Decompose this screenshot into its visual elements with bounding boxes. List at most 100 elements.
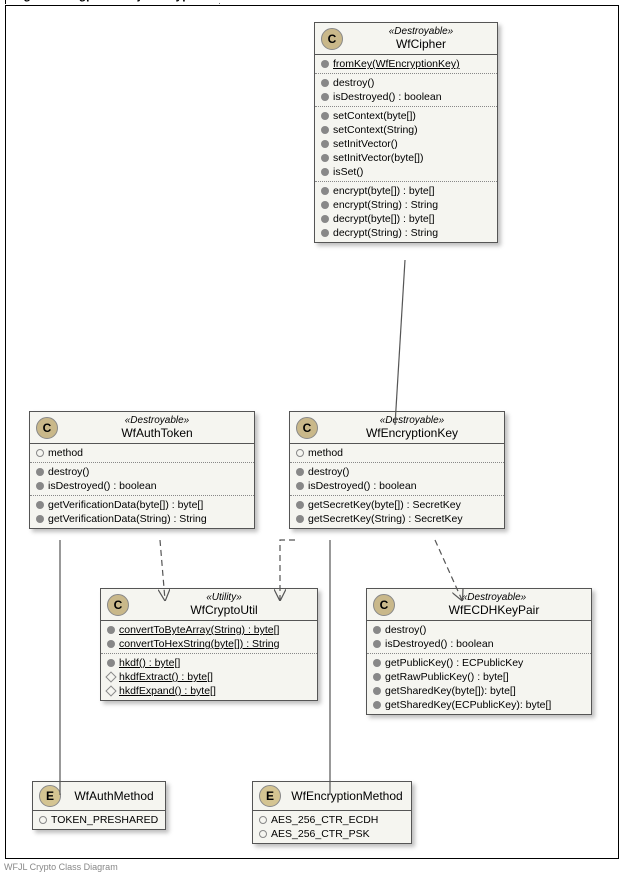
member: getVerificationData(byte[]) : byte[] (36, 498, 248, 512)
member: destroy() (36, 465, 248, 479)
visibility-icon (107, 659, 115, 667)
member-label: decrypt(byte[]) : byte[] (333, 213, 435, 225)
member: getRawPublicKey() : byte[] (373, 670, 585, 684)
member-section: destroy() isDestroyed() : boolean (30, 463, 254, 496)
member-label: destroy() (48, 466, 89, 478)
member: getVerificationData(String) : String (36, 512, 248, 526)
visibility-icon (321, 229, 329, 237)
visibility-icon (36, 515, 44, 523)
visibility-icon (373, 626, 381, 634)
member: destroy() (296, 465, 498, 479)
stereotype: «Destroyable» (351, 26, 491, 37)
member: destroy() (321, 76, 491, 90)
visibility-icon (373, 701, 381, 709)
stereotype: «Utility» (137, 592, 311, 603)
enum-wfauthmethod: E WfAuthMethod TOKEN_PRESHARED (32, 781, 166, 830)
member-section: method (30, 444, 254, 463)
visibility-icon (321, 112, 329, 120)
member-section: destroy() isDestroyed() : boolean (367, 621, 591, 654)
member-label: destroy() (308, 466, 349, 478)
member: destroy() (373, 623, 585, 637)
member: fromKey(WfEncryptionKey) (321, 57, 491, 71)
member-label: convertToHexString(byte[]) : String (119, 638, 279, 650)
visibility-icon (321, 215, 329, 223)
class-name: WfEncryptionKey (326, 426, 498, 440)
member: encrypt(byte[]) : byte[] (321, 184, 491, 198)
package-frame: org.whiteflagprotocol.java.crypto C «Des… (5, 5, 619, 859)
member-label: AES_256_CTR_ECDH (271, 814, 378, 826)
member-label: setInitVector() (333, 138, 398, 150)
member-label: hkdf() : byte[] (119, 657, 180, 669)
member-label: isSet() (333, 166, 363, 178)
member-label: getPublicKey() : ECPublicKey (385, 657, 523, 669)
member-label: getVerificationData(String) : String (48, 513, 207, 525)
visibility-icon (296, 482, 304, 490)
visibility-icon (321, 201, 329, 209)
member: method (296, 446, 498, 460)
member: setContext(byte[]) (321, 109, 491, 123)
member-label: destroy() (333, 77, 374, 89)
diagram-footer: WFJL Crypto Class Diagram (4, 862, 118, 872)
visibility-icon (321, 187, 329, 195)
member: AES_256_CTR_ECDH (259, 813, 405, 827)
visibility-icon (321, 154, 329, 162)
member: getSecretKey(byte[]) : SecretKey (296, 498, 498, 512)
class-badge-icon: C (36, 417, 58, 439)
class-name: WfEncryptionMethod (289, 789, 405, 803)
member: decrypt(String) : String (321, 226, 491, 240)
member-label: TOKEN_PRESHARED (51, 814, 158, 826)
visibility-icon (107, 626, 115, 634)
class-name: WfECDHKeyPair (403, 603, 585, 617)
visibility-icon (259, 830, 267, 838)
member: setInitVector() (321, 137, 491, 151)
visibility-icon (36, 468, 44, 476)
member: method (36, 446, 248, 460)
visibility-icon (259, 816, 267, 824)
member: AES_256_CTR_PSK (259, 827, 405, 841)
member-label: setContext(byte[]) (333, 110, 416, 122)
member-label: encrypt(String) : String (333, 199, 438, 211)
member-section: TOKEN_PRESHARED (33, 811, 165, 829)
member-section: fromKey(WfEncryptionKey) (315, 55, 497, 74)
member-label: isDestroyed() : boolean (333, 91, 442, 103)
class-header: C «Destroyable» WfECDHKeyPair (367, 589, 591, 621)
class-header: C «Destroyable» WfCipher (315, 23, 497, 55)
member: isDestroyed() : boolean (296, 479, 498, 493)
member-label: getRawPublicKey() : byte[] (385, 671, 509, 683)
member-section: getVerificationData(byte[]) : byte[]getV… (30, 496, 254, 528)
member-label: isDestroyed() : boolean (308, 480, 417, 492)
member-label: method (308, 447, 343, 459)
visibility-icon (321, 79, 329, 87)
member-label: setContext(String) (333, 124, 418, 136)
visibility-icon (373, 640, 381, 648)
member-label: isDestroyed() : boolean (385, 638, 494, 650)
member-label: hkdfExtract() : byte[] (119, 671, 213, 683)
member: TOKEN_PRESHARED (39, 813, 159, 827)
class-header: E WfAuthMethod (33, 782, 165, 811)
member-section: encrypt(byte[]) : byte[]encrypt(String) … (315, 182, 497, 242)
member-section: destroy() isDestroyed() : boolean (315, 74, 497, 107)
stereotype: «Destroyable» (403, 592, 585, 603)
class-wfecdhkeypair: C «Destroyable» WfECDHKeyPair destroy() i… (366, 588, 592, 715)
visibility-icon (373, 659, 381, 667)
visibility-icon (36, 482, 44, 490)
class-name: WfAuthToken (66, 426, 248, 440)
class-badge-icon: C (296, 417, 318, 439)
member-label: getSecretKey(String) : SecretKey (308, 513, 463, 525)
member: hkdf() : byte[] (107, 656, 311, 670)
member: setContext(String) (321, 123, 491, 137)
member-label: getSharedKey(ECPublicKey): byte[] (385, 699, 551, 711)
package-name: org.whiteflagprotocol.java.crypto (5, 0, 220, 4)
class-wfcryptoutil: C «Utility» WfCryptoUtil convertToByteAr… (100, 588, 318, 701)
member: getPublicKey() : ECPublicKey (373, 656, 585, 670)
class-badge-icon: C (107, 594, 129, 616)
member-label: destroy() (385, 624, 426, 636)
member-label: convertToByteArray(String) : byte[] (119, 624, 279, 636)
member-label: isDestroyed() : boolean (48, 480, 157, 492)
member: hkdfExtract() : byte[] (107, 670, 311, 684)
member: getSharedKey(byte[]): byte[] (373, 684, 585, 698)
member-section: AES_256_CTR_ECDHAES_256_CTR_PSK (253, 811, 411, 843)
member-label: getSecretKey(byte[]) : SecretKey (308, 499, 461, 511)
class-wfencryptionkey: C «Destroyable» WfEncryptionKey methodde… (289, 411, 505, 529)
member: decrypt(byte[]) : byte[] (321, 212, 491, 226)
